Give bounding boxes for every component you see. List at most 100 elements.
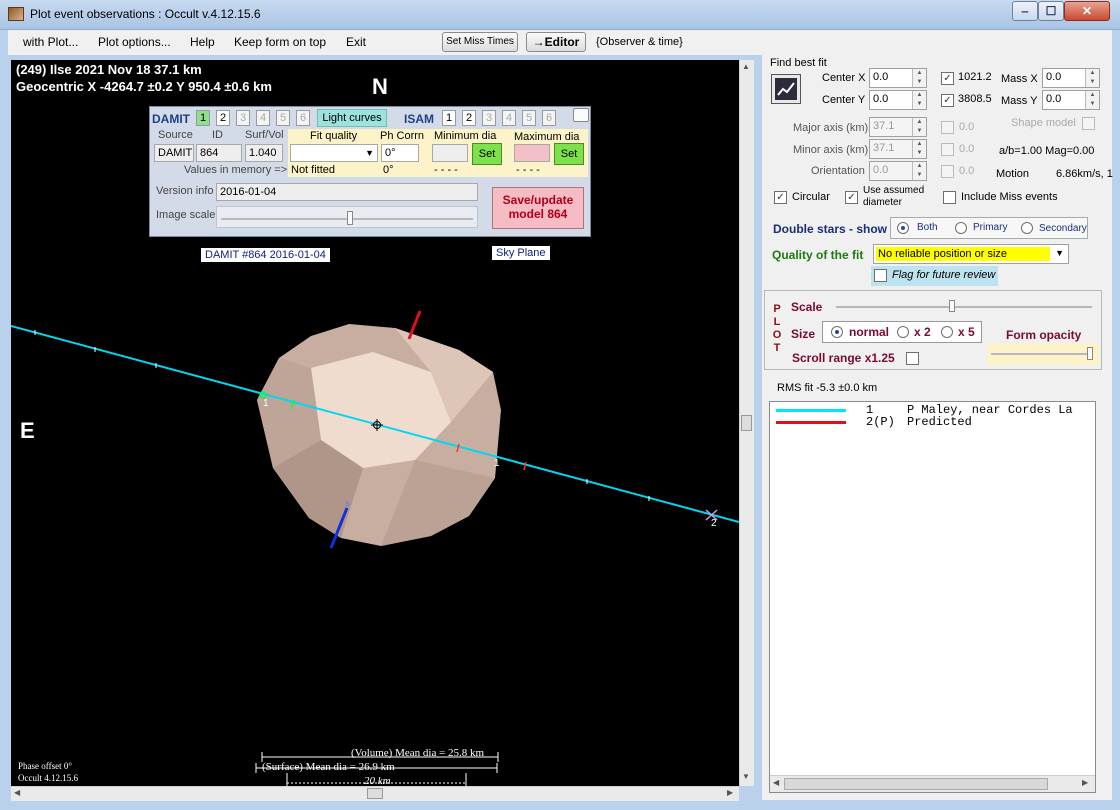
- legend-num-2: 2(P): [866, 415, 895, 429]
- damit-model-3[interactable]: 3: [236, 110, 250, 126]
- damit-panel: DAMIT 1 2 3 4 5 6 Light curves ISAM 1 2 …: [149, 106, 591, 237]
- fit-x-checkbox[interactable]: ✓: [941, 72, 954, 85]
- include-miss-checkbox[interactable]: [943, 191, 956, 204]
- orientation-spinner[interactable]: 0.0 ▲ ▼: [869, 161, 927, 181]
- circular-checkbox[interactable]: ✓: [774, 191, 787, 204]
- min-dia-field[interactable]: [432, 144, 468, 162]
- isam-model-2[interactable]: 2: [462, 110, 476, 126]
- values-in-memory-label: Values in memory =>: [184, 164, 288, 176]
- spinner-arrows-icon[interactable]: ▲ ▼: [1085, 91, 1099, 109]
- value-3808: 3808.5: [958, 93, 992, 105]
- size-normal-radio[interactable]: [831, 326, 843, 338]
- damit-model-2[interactable]: 2: [216, 110, 230, 126]
- editor-button[interactable]: →Editor: [526, 32, 586, 52]
- minor-zero: 0.0: [959, 143, 975, 155]
- menu-exit[interactable]: Exit: [346, 35, 366, 49]
- scroll-left-icon[interactable]: ◀: [14, 788, 20, 797]
- set-max-dia-button[interactable]: Set: [554, 143, 584, 165]
- isam-model-6[interactable]: 6: [542, 110, 556, 126]
- menu-with-plot[interactable]: with Plot...: [23, 35, 78, 49]
- shape-model-checkbox[interactable]: [1082, 117, 1095, 130]
- damit-model-4[interactable]: 4: [256, 110, 270, 126]
- slider-thumb[interactable]: [949, 300, 955, 312]
- slider-track: [836, 306, 1092, 308]
- center-x-spinner[interactable]: 0.0 ▲ ▼: [869, 68, 927, 88]
- isam-model-1[interactable]: 1: [442, 110, 456, 126]
- form-opacity-slider[interactable]: [987, 343, 1099, 365]
- legend-horizontal-scrollbar[interactable]: ◀ ▶: [770, 775, 1095, 792]
- close-button[interactable]: ✕: [1064, 1, 1110, 21]
- isam-model-4[interactable]: 4: [502, 110, 516, 126]
- scroll-down-icon[interactable]: ▼: [742, 772, 750, 781]
- spinner-arrows-icon[interactable]: ▲ ▼: [912, 140, 926, 158]
- legend-list[interactable]: 1 P Maley, near Cordes La 2(P) Predicted…: [769, 401, 1096, 793]
- menu-plot-options[interactable]: Plot options...: [98, 35, 171, 49]
- save-update-model-button[interactable]: Save/update model 864: [492, 187, 584, 229]
- maximize-button[interactable]: ☐: [1038, 1, 1064, 21]
- fit-major-checkbox[interactable]: [941, 121, 954, 134]
- slider-thumb[interactable]: [347, 211, 353, 225]
- fit-y-checkbox[interactable]: ✓: [941, 94, 954, 107]
- orientation-value: 0.0: [873, 164, 889, 176]
- image-scale-slider[interactable]: [216, 206, 478, 228]
- minor-axis-spinner[interactable]: 37.1 ▲ ▼: [869, 139, 927, 159]
- size-x5-radio[interactable]: [941, 326, 953, 338]
- major-axis-spinner[interactable]: 37.1 ▲ ▼: [869, 117, 927, 137]
- spinner-arrows-icon[interactable]: ▲ ▼: [912, 118, 926, 136]
- flag-review-checkbox[interactable]: [874, 269, 887, 282]
- circular-label: Circular: [792, 191, 830, 203]
- fit-orientation-checkbox[interactable]: [941, 165, 954, 178]
- quality-label: Quality of the fit: [772, 248, 864, 262]
- legend-hscroll-thumb[interactable]: [784, 778, 1048, 790]
- damit-model-6[interactable]: 6: [296, 110, 310, 126]
- hscroll-thumb[interactable]: [367, 788, 383, 799]
- both-radio[interactable]: [897, 222, 909, 234]
- scroll-right-icon[interactable]: ▶: [727, 788, 733, 797]
- mass-x-spinner[interactable]: 0.0 ▲ ▼: [1042, 68, 1100, 88]
- mass-y-spinner[interactable]: 0.0 ▲ ▼: [1042, 90, 1100, 110]
- isam-model-3[interactable]: 3: [482, 110, 496, 126]
- plot-horizontal-scrollbar[interactable]: ◀ ▶: [11, 786, 739, 801]
- size-x5-label: x 5: [958, 325, 975, 339]
- spinner-arrows-icon[interactable]: ▲ ▼: [912, 91, 926, 109]
- menu-help[interactable]: Help: [190, 35, 215, 49]
- scroll-left-icon[interactable]: ◀: [773, 778, 779, 787]
- scroll-range-checkbox[interactable]: [906, 352, 919, 365]
- menu-keep-on-top[interactable]: Keep form on top: [234, 35, 326, 49]
- plot-canvas[interactable]: 1 1 2 s (249) Ilse 2021 Nov 18 37.1 km G…: [11, 60, 739, 786]
- quality-select[interactable]: No reliable position or size ▼: [873, 244, 1069, 264]
- slider-thumb[interactable]: [1087, 347, 1093, 360]
- spinner-arrows-icon[interactable]: ▲ ▼: [912, 162, 926, 180]
- damit-model-label: DAMIT #864 2016-01-04: [201, 248, 330, 262]
- max-dia-field[interactable]: [514, 144, 550, 162]
- fit-quality-select[interactable]: ▼: [290, 144, 378, 162]
- panel-collapse-button[interactable]: [573, 108, 589, 122]
- scale-slider[interactable]: [832, 298, 1096, 316]
- size-x2-radio[interactable]: [897, 326, 909, 338]
- isam-model-5[interactable]: 5: [522, 110, 536, 126]
- light-curves-button[interactable]: Light curves: [317, 109, 387, 127]
- title-bar: Plot event observations : Occult v.4.12.…: [0, 0, 1120, 30]
- spinner-arrows-icon[interactable]: ▲ ▼: [1085, 69, 1099, 87]
- set-miss-times-button[interactable]: Set Miss Times: [442, 32, 518, 52]
- ph-corrn-header: Ph Corrn: [380, 130, 425, 142]
- assumed-diameter-checkbox[interactable]: ✓: [845, 191, 858, 204]
- id-field: 864: [196, 144, 242, 162]
- scroll-right-icon[interactable]: ▶: [1082, 778, 1088, 787]
- ph-corrn-field[interactable]: 0°: [381, 144, 419, 162]
- primary-radio[interactable]: [955, 222, 967, 234]
- minimize-button[interactable]: ‒: [1012, 1, 1038, 21]
- scroll-up-icon[interactable]: ▲: [742, 62, 750, 71]
- best-fit-chart-icon[interactable]: [771, 74, 801, 104]
- primary-label: Primary: [973, 222, 1008, 233]
- fit-minor-checkbox[interactable]: [941, 143, 954, 156]
- center-y-spinner[interactable]: 0.0 ▲ ▼: [869, 90, 927, 110]
- damit-model-1[interactable]: 1: [196, 110, 210, 126]
- spinner-arrows-icon[interactable]: ▲ ▼: [912, 69, 926, 87]
- orientation-zero: 0.0: [959, 165, 975, 177]
- secondary-radio[interactable]: [1021, 222, 1033, 234]
- vscroll-thumb[interactable]: [741, 415, 752, 431]
- plot-vertical-scrollbar[interactable]: ▲ ▼: [739, 60, 754, 786]
- set-min-dia-button[interactable]: Set: [472, 143, 502, 165]
- damit-model-5[interactable]: 5: [276, 110, 290, 126]
